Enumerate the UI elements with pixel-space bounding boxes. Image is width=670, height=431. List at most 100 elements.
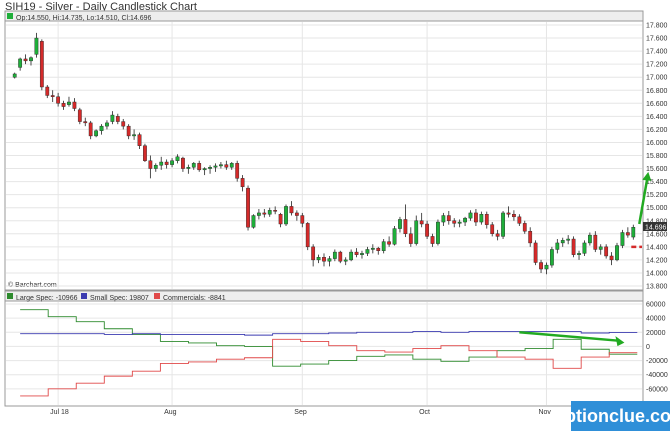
candle [398,219,402,229]
candle [67,101,71,105]
candle [349,251,354,261]
candle [441,215,446,223]
candle [137,134,142,146]
price-tick-label: 15.800 [646,153,668,160]
candle [164,161,169,165]
candle [278,214,283,225]
candle [446,215,451,221]
candle [153,165,158,169]
candle [360,253,364,255]
ohlc-label: Op:14.550, Hi:14.735, Lo:14.510, Cl:14.6… [16,15,152,22]
candle [468,212,473,219]
candle [148,160,153,169]
candle [251,215,256,228]
candle [322,257,326,262]
candle [370,247,375,250]
cot-tick-label: 0 [646,344,650,351]
candle [539,262,543,270]
candle [615,245,619,261]
candle [83,121,88,124]
candle [522,223,527,232]
price-panel-frame [4,10,644,291]
candle [132,134,136,137]
candle [170,160,174,165]
candle [408,233,413,244]
candle [555,242,560,250]
candle [300,215,305,224]
candle [159,161,164,166]
candle [343,259,348,262]
candle [240,178,245,188]
legend-swatch-small [81,293,87,299]
price-tick-label: 16.200 [646,127,668,134]
candle [517,216,522,224]
candle [560,240,565,244]
candle [235,163,240,179]
candle [257,212,261,216]
cot-tick-label: -20000 [646,358,668,365]
candle [294,212,299,216]
candle [430,236,435,244]
candle [544,264,549,270]
price-tick-label: 17.000 [646,75,668,82]
candle [365,249,370,254]
candle [604,246,609,257]
candle [479,214,484,223]
candle [414,220,419,244]
legend-swatch-large [7,293,13,299]
candle [566,238,571,241]
price-tick-label: 16.800 [646,88,668,95]
candle [490,224,495,234]
candle [376,247,381,251]
candle [94,130,98,137]
candle [284,206,288,225]
candle [29,57,33,62]
candle [99,125,104,131]
candle [191,163,196,168]
price-tick-label: 16.000 [646,140,668,147]
candle [457,221,462,224]
price-tick-label: 15.000 [646,205,668,212]
candle [609,255,614,261]
x-tick-label: Sep [294,409,307,416]
price-y-axis: 13.80014.00014.20014.40014.60014.80015.0… [646,23,668,291]
candle [327,258,332,262]
candle [246,187,250,228]
candle [181,157,185,169]
candle [506,212,511,215]
candle [512,214,516,218]
candle [72,101,77,109]
legend-swatch-commercials [154,293,160,299]
candle [273,210,278,212]
candle [577,253,581,255]
candle [305,223,310,248]
cot-tick-label: -40000 [646,372,668,379]
candle [289,206,294,214]
x-tick-label: Oct [419,409,430,416]
price-legend-swatch [7,13,13,19]
candle [50,95,55,97]
candle [34,37,39,55]
candle [77,109,82,122]
candle [387,241,391,245]
candle [452,220,457,224]
candle [186,167,191,169]
candle [587,234,592,244]
candle [267,210,272,215]
cot-tick-label: 40000 [646,316,666,323]
candle [316,257,321,261]
price-tick-label: 15.200 [646,192,668,199]
candle [224,164,229,168]
candle [403,219,408,235]
candle [262,212,267,215]
candle [229,163,234,168]
candle [126,125,131,137]
candle [121,121,126,127]
candle [202,168,207,171]
cot-y-axis: 60000 40000 20000 0 -20000 -40000 -60000 [646,302,668,394]
candle [311,246,316,261]
candle [625,232,630,236]
candle [419,220,424,225]
price-tick-label: 17.400 [646,49,668,56]
candle [474,212,478,223]
